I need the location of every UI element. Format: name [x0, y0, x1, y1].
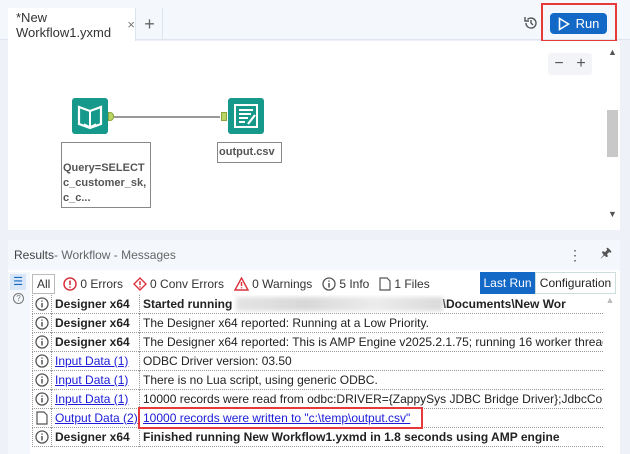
message-text-cell: There is no Lua script, using generic OD… — [140, 371, 603, 390]
message-text-prefix: Started running — [143, 296, 236, 311]
message-source: Designer x64 — [52, 427, 140, 447]
message-row[interactable]: Designer x64 Finished running New Workflo… — [32, 427, 603, 447]
message-text: 10000 records were read from odbc:DRIVER… — [143, 391, 603, 406]
last-run-tab[interactable]: Last Run — [480, 272, 535, 294]
message-text: The Designer x64 reported: Running at a … — [143, 315, 429, 330]
results-subtitle: - Workflow - Messages — [54, 248, 176, 262]
message-text-cell: The Designer x64 reported: This is AMP E… — [140, 333, 603, 352]
message-source-link[interactable]: Input Data (1) — [52, 389, 140, 409]
results-header: Results - Workflow - Messages ⋮ 🖈 — [8, 240, 620, 270]
zoom-controls: − + — [548, 53, 592, 75]
info-icon — [32, 313, 52, 333]
message-source-link[interactable]: Input Data (1) — [52, 351, 140, 371]
warning-icon — [234, 277, 250, 291]
message-source: Designer x64 — [52, 294, 140, 314]
redacted-path — [235, 297, 443, 312]
message-text: \Documents\New Wor — [442, 296, 566, 311]
scroll-up-icon[interactable]: ▲ — [605, 47, 620, 57]
document-write-icon — [234, 104, 258, 128]
message-source-link[interactable]: Input Data (1) — [52, 370, 140, 390]
filter-conv-errors[interactable]: 0 Conv Errors — [131, 274, 226, 294]
message-row[interactable]: Input Data (1) ODBC Driver version: 03.50 — [32, 351, 603, 371]
filter-errors[interactable]: 0 Errors — [61, 274, 125, 294]
file-icon — [379, 277, 391, 291]
files-count: 1 Files — [394, 277, 430, 291]
pin-icon[interactable]: 🖈 — [600, 244, 612, 266]
results-side-strip: ☰ ? — [8, 272, 30, 454]
info-icon — [32, 294, 52, 314]
info-icon — [32, 370, 52, 390]
message-row[interactable]: Input Data (1) There is no Lua script, us… — [32, 370, 603, 390]
highlight-box — [138, 407, 423, 429]
filter-warnings[interactable]: 0 Warnings — [232, 274, 314, 294]
file-icon — [32, 408, 52, 428]
message-text: Finished running New Workflow1.yxmd in 1… — [143, 429, 560, 444]
filter-files[interactable]: 1 Files — [377, 274, 431, 294]
message-row[interactable]: Designer x64 Started running \Documents\N… — [32, 294, 603, 314]
info-icon — [32, 427, 52, 447]
zoom-out-button[interactable]: − — [548, 53, 570, 75]
info-icon — [32, 351, 52, 371]
info-icon — [32, 332, 52, 352]
tab-label: *New Workflow1.yxmd — [16, 9, 112, 40]
errors-count: 0 Errors — [80, 277, 124, 291]
message-source: Designer x64 — [52, 332, 140, 352]
conv-errors-count: 0 Conv Errors — [150, 277, 225, 291]
close-icon[interactable]: × — [127, 17, 135, 32]
output-tool-label: output.csv — [217, 142, 282, 163]
help-icon[interactable]: ? — [13, 293, 24, 304]
message-row[interactable]: Designer x64 The Designer x64 reported: T… — [32, 332, 603, 352]
message-text: The Designer x64 reported: This is AMP E… — [143, 334, 603, 349]
messages-scrollbar[interactable]: ▲ — [603, 295, 617, 454]
zoom-in-button[interactable]: + — [570, 53, 592, 75]
message-text: ODBC Driver version: 03.50 — [143, 353, 292, 368]
add-tab-button[interactable]: + — [137, 8, 163, 40]
scroll-down-icon[interactable]: ▼ — [605, 209, 620, 219]
output-data-tool[interactable] — [228, 98, 264, 134]
history-icon[interactable] — [523, 15, 539, 31]
message-source-link[interactable]: Output Data (2) — [52, 408, 140, 428]
input-tool-label: Query=SELECT c_customer_sk, c_c... — [61, 142, 151, 208]
info-count: 5 Info — [339, 277, 370, 291]
connection-line[interactable] — [114, 116, 220, 118]
results-title: Results — [14, 248, 55, 262]
filter-info[interactable]: 5 Info — [320, 274, 371, 294]
message-source: Designer x64 — [52, 313, 140, 333]
message-row[interactable]: Designer x64 The Designer x64 reported: R… — [32, 313, 603, 333]
more-options-icon[interactable]: ⋮ — [568, 247, 582, 264]
list-view-icon[interactable]: ☰ — [10, 274, 26, 290]
conv-error-icon — [133, 277, 148, 291]
info-icon — [322, 277, 336, 291]
highlight-box — [541, 3, 617, 42]
message-text-cell: ODBC Driver version: 03.50 — [140, 352, 603, 371]
input-anchor[interactable] — [221, 112, 227, 121]
message-text: There is no Lua script, using generic OD… — [143, 372, 378, 387]
warnings-count: 0 Warnings — [252, 277, 313, 291]
scrollbar-thumb[interactable] — [607, 110, 618, 157]
message-text-cell: Started running \Documents\New Wor — [140, 295, 603, 314]
input-data-tool[interactable] — [72, 98, 108, 134]
tab-workflow[interactable]: *New Workflow1.yxmd × — [8, 8, 136, 41]
info-icon — [32, 389, 52, 409]
configuration-tab[interactable]: Configuration — [535, 272, 616, 294]
message-text-cell: The Designer x64 reported: Running at a … — [140, 314, 603, 333]
message-text-cell: Finished running New Workflow1.yxmd in 1… — [140, 428, 603, 447]
message-text-cell: 10000 records were read from odbc:DRIVER… — [140, 390, 603, 409]
error-icon — [63, 277, 78, 291]
filter-all[interactable]: All — [32, 274, 56, 294]
book-icon — [77, 105, 103, 130]
scroll-up-icon[interactable]: ▲ — [606, 295, 615, 305]
